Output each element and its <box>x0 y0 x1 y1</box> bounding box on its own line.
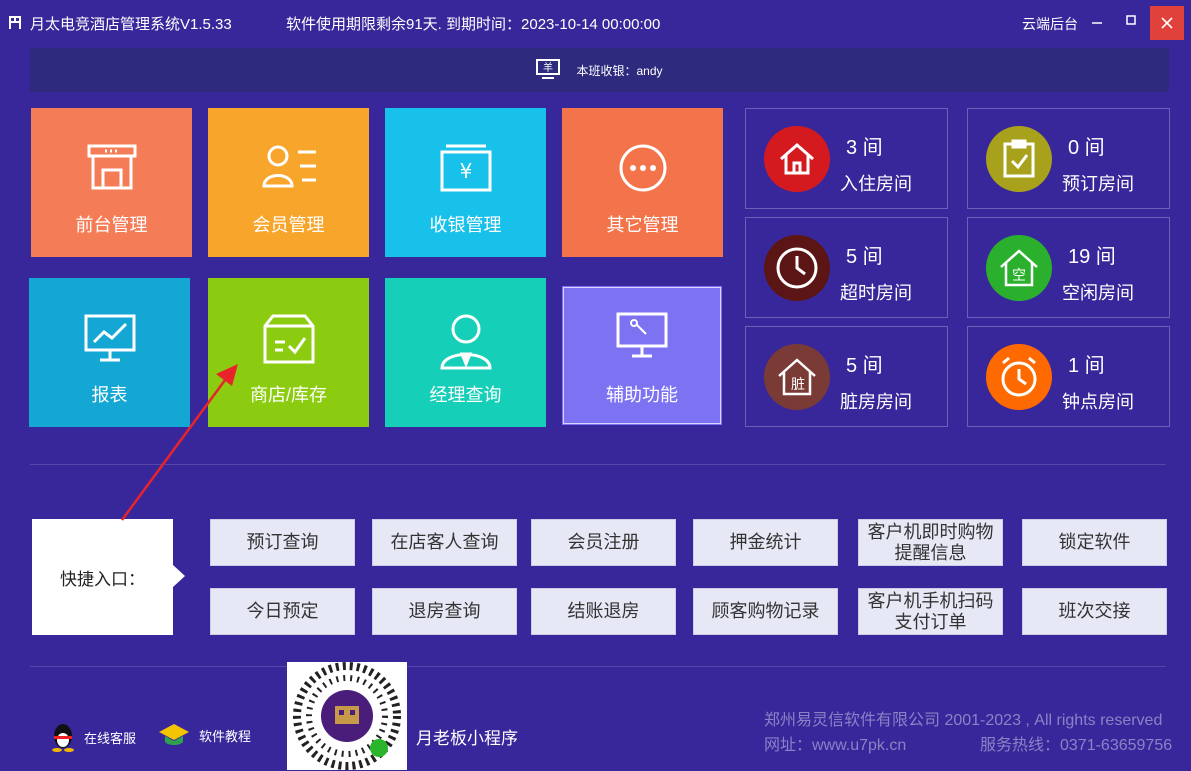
quick-button[interactable]: 在店客人查询 <box>372 519 517 566</box>
dirty-house-icon: 脏 <box>764 344 830 410</box>
clipboard-check-icon <box>986 126 1052 192</box>
qr-code-image <box>293 662 401 770</box>
empty-house-icon: 空 <box>986 235 1052 301</box>
room-status-label: 空闲房间 <box>1062 283 1134 303</box>
cashier-bar: 羊 本班收银：andy <box>30 48 1169 92</box>
room-status-label: 脏房房间 <box>840 392 912 412</box>
current-cashier-label: 本班收银：andy <box>576 63 663 78</box>
tile-member[interactable]: 会员管理 <box>208 108 369 257</box>
room-status-label: 超时房间 <box>840 283 912 303</box>
quick-button[interactable]: 押金统计 <box>693 519 838 566</box>
manager-icon <box>439 314 492 370</box>
online-service-link[interactable]: 在线客服 <box>50 722 136 752</box>
hotline-text: 服务热线：0371-63659756 <box>980 737 1173 754</box>
stat-reserved-rooms[interactable]: 0 间 预订房间 <box>967 108 1170 209</box>
room-count: 3 间 <box>846 137 883 159</box>
stat-hourly-rooms[interactable]: 1 间 钟点房间 <box>967 326 1170 427</box>
quick-button[interactable]: 结账退房 <box>531 588 676 635</box>
quick-button[interactable]: 会员注册 <box>531 519 676 566</box>
tile-store-inventory[interactable]: 商店/库存 <box>208 278 369 427</box>
room-status-label: 钟点房间 <box>1062 392 1134 412</box>
tile-label: 辅助功能 <box>606 385 678 405</box>
tile-label: 其它管理 <box>606 215 679 235</box>
room-count: 5 间 <box>846 246 883 268</box>
report-chart-icon <box>84 314 135 362</box>
tutorial-link[interactable]: 软件教程 <box>157 722 251 748</box>
alarm-clock-icon <box>986 344 1052 410</box>
room-count: 0 间 <box>1068 137 1105 159</box>
qq-penguin-icon <box>52 724 74 752</box>
license-expiry-text: 软件使用期限剩余91天. 到期时间：2023-10-14 00:00:00 <box>286 16 661 33</box>
quick-button[interactable]: 预订查询 <box>210 519 355 566</box>
tutorial-label: 软件教程 <box>199 728 252 744</box>
quick-button[interactable]: 锁定软件 <box>1022 519 1167 566</box>
tile-label: 前台管理 <box>75 215 148 235</box>
storefront-icon <box>87 144 136 190</box>
copyright-text: 郑州易灵信软件有限公司 2001-2023 , All rights reser… <box>764 712 1163 729</box>
tile-auxiliary[interactable]: 辅助功能 <box>562 286 722 425</box>
minimize-icon <box>1092 22 1102 24</box>
cloud-backend-link[interactable]: 云端后台 <box>1022 14 1078 34</box>
stat-dirty-rooms[interactable]: 脏 5 间 脏房房间 <box>745 326 948 427</box>
tile-label: 收银管理 <box>429 215 502 235</box>
quick-button[interactable]: 班次交接 <box>1022 588 1167 635</box>
cashier-yuan-icon: ¥ <box>440 144 491 192</box>
room-count: 5 间 <box>846 355 883 377</box>
quick-button[interactable]: 客户机即时购物 提醒信息 <box>858 519 1003 566</box>
room-status-label: 预订房间 <box>1062 174 1134 194</box>
house-icon <box>764 126 830 192</box>
room-count: 19 间 <box>1068 246 1116 268</box>
tile-report[interactable]: 报表 <box>29 278 190 427</box>
cashier-monitor-icon: 羊 <box>536 59 561 79</box>
svg-text:空: 空 <box>1012 268 1026 284</box>
mini-program-label: 月老板小程序 <box>416 729 518 748</box>
maximize-icon <box>1126 15 1136 25</box>
room-status-label: 入住房间 <box>840 174 912 194</box>
quick-button[interactable]: 客户机手机扫码 支付订单 <box>858 588 1003 635</box>
tile-cashier[interactable]: ¥ 收银管理 <box>385 108 546 257</box>
tile-other[interactable]: 其它管理 <box>562 108 723 257</box>
inventory-box-icon <box>263 314 314 364</box>
tile-front-desk[interactable]: 前台管理 <box>31 108 192 257</box>
svg-text:脏: 脏 <box>791 377 805 393</box>
svg-text:羊: 羊 <box>543 61 553 74</box>
quick-entry-label-box: 快捷入口： <box>32 519 185 635</box>
svg-text:¥: ¥ <box>459 159 472 183</box>
tile-label: 会员管理 <box>252 215 325 235</box>
member-card-icon <box>261 145 316 188</box>
app-title: 月太电竞酒店管理系统V1.5.33 <box>30 16 232 33</box>
stat-vacant-rooms[interactable]: 空 19 间 空闲房间 <box>967 217 1170 318</box>
monitor-wrench-icon <box>616 312 668 358</box>
quick-button[interactable]: 顾客购物记录 <box>693 588 838 635</box>
app-logo-icon <box>9 16 21 29</box>
divider <box>30 666 1166 667</box>
close-button[interactable] <box>1150 6 1184 40</box>
quick-button[interactable]: 退房查询 <box>372 588 517 635</box>
online-service-label: 在线客服 <box>84 730 137 746</box>
quick-entry-label: 快捷入口： <box>60 569 145 589</box>
stat-overtime-rooms[interactable]: 5 间 超时房间 <box>745 217 948 318</box>
website-text: 网址：www.u7pk.cn <box>764 737 907 754</box>
tile-label: 报表 <box>91 385 128 405</box>
title-bar: 月太电竞酒店管理系统V1.5.33 软件使用期限剩余91天. 到期时间：2023… <box>0 0 1191 44</box>
more-icon <box>619 144 666 192</box>
tile-label: 经理查询 <box>429 385 502 405</box>
graduation-cap-icon <box>159 724 189 745</box>
mini-program-qr-code <box>287 662 407 770</box>
divider <box>30 464 1166 465</box>
minimize-button[interactable] <box>1080 0 1114 40</box>
maximize-button[interactable] <box>1114 0 1148 40</box>
quick-button[interactable]: 今日预定 <box>210 588 355 635</box>
tile-manager[interactable]: 经理查询 <box>385 278 546 427</box>
tile-label: 商店/库存 <box>249 385 327 405</box>
clock-icon <box>764 235 830 301</box>
room-count: 1 间 <box>1068 355 1105 377</box>
close-icon <box>1161 17 1173 29</box>
stat-occupied-rooms[interactable]: 3 间 入住房间 <box>745 108 948 209</box>
